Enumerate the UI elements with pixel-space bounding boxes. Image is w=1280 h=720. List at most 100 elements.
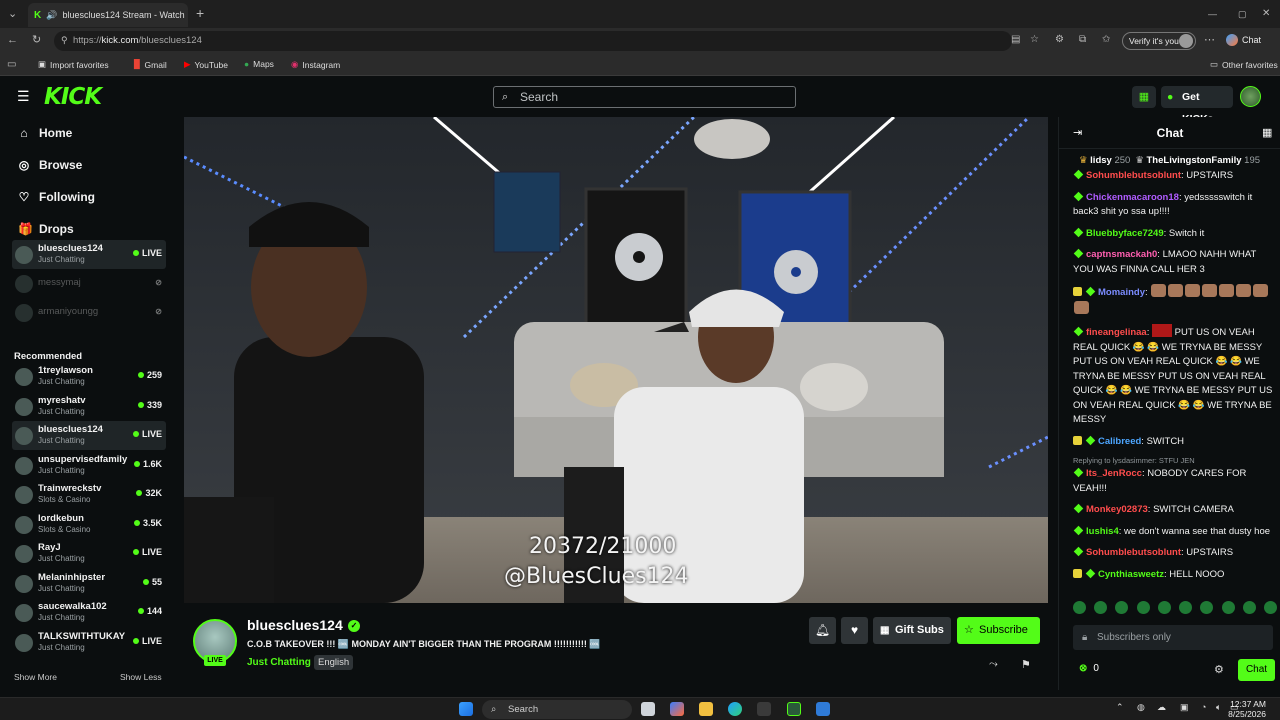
chat-username[interactable]: Momaindy <box>1098 287 1145 298</box>
leader-item[interactable]: ♛ lidsy 250 <box>1079 155 1130 166</box>
chat-username[interactable]: Cynthiasweetz <box>1098 569 1164 580</box>
bookmark-instagram[interactable]: ◉ Instagram <box>291 59 340 70</box>
emote-bar[interactable] <box>1073 601 1277 617</box>
chat-username[interactable]: lushis4 <box>1086 526 1119 537</box>
emote-icon[interactable] <box>1200 601 1214 614</box>
tray-app-icon[interactable]: ◍ <box>1137 702 1145 713</box>
close-window-icon[interactable]: ✕ <box>1262 7 1270 21</box>
kicks-balance[interactable]: ⊗ 0 <box>1079 663 1099 674</box>
gift-subs-button[interactable]: ▦ Gift Subs <box>873 617 951 644</box>
emote-icon[interactable] <box>1115 601 1129 614</box>
channel-name[interactable]: bluesclues124 <box>247 617 343 633</box>
emote-icon[interactable] <box>1073 601 1086 614</box>
chat-message[interactable]: Bluebbyface7249: Switch it <box>1073 227 1277 242</box>
recommended-channel[interactable]: 1treylawson Just Chatting 259 <box>12 362 166 391</box>
follow-heart-icon[interactable]: ♥ <box>841 617 868 644</box>
recommended-channel[interactable]: lordkebun Slots & Casino 3.5K <box>12 510 166 539</box>
chat-username[interactable]: Sohumblebutsoblunt <box>1086 170 1181 181</box>
show-less-button[interactable]: Show Less <box>120 672 162 682</box>
sidebar-toggle-icon[interactable]: ▭ <box>7 58 16 72</box>
chat-message[interactable]: Sohumblebutsoblunt: UPSTAIRS <box>1073 546 1277 561</box>
emote-icon[interactable] <box>1157 601 1171 614</box>
maximize-icon[interactable]: ▢ <box>1238 7 1247 21</box>
recommended-channel[interactable]: saucewalka102 Just Chatting 144 <box>12 598 166 627</box>
tab-actions-icon[interactable]: ⌄ <box>8 7 17 21</box>
chat-gift-icon[interactable]: ▦ <box>1262 126 1272 139</box>
emote-icon[interactable] <box>1263 601 1277 614</box>
get-kicks-button[interactable]: ● Get KICKs <box>1161 86 1233 125</box>
copilot-button[interactable]: Chat <box>1226 34 1261 46</box>
favorite-star-icon[interactable]: ☆ <box>1030 33 1039 47</box>
stream-category[interactable]: Just Chatting <box>247 657 311 668</box>
user-avatar[interactable] <box>1240 86 1261 107</box>
recommended-channel[interactable]: TALKSWITHTUKAY Just Chatting LIVE <box>12 628 166 657</box>
chat-message[interactable]: Replying to lysdasimmer: STFU JEN Its_Jen… <box>1073 456 1277 496</box>
chat-message[interactable]: Sohumblebutsoblunt: UPSTAIRS <box>1073 169 1277 184</box>
taskbar-search[interactable]: ⌕ Search <box>482 700 632 719</box>
kick-logo[interactable]: KICK <box>44 84 102 110</box>
menu-icon[interactable]: ☰ <box>17 88 30 105</box>
chat-username[interactable]: Sohumblebutsoblunt <box>1086 547 1181 558</box>
report-flag-icon[interactable]: ⚑ <box>1021 658 1031 671</box>
clock[interactable]: 12:37 AM 8/25/2026 <box>1228 699 1266 719</box>
site-info-icon[interactable]: ⚲ <box>61 33 68 47</box>
nav-home[interactable]: ⌂ Home <box>18 126 72 140</box>
emote-icon[interactable] <box>1094 601 1108 614</box>
tray-cloud-icon[interactable]: ☁ <box>1157 702 1166 713</box>
chat-username[interactable]: Calibreed <box>1098 436 1141 447</box>
emote-icon[interactable] <box>1242 601 1256 614</box>
favorites-icon[interactable]: ✩ <box>1102 33 1110 47</box>
chat-username[interactable]: captnsmackah0 <box>1086 249 1157 260</box>
nav-drops[interactable]: 🎁 Drops <box>18 222 74 236</box>
language-tag[interactable]: English <box>314 655 354 670</box>
recommended-channel[interactable]: bluesclues124 Just Chatting LIVE <box>12 421 166 450</box>
url-field[interactable]: https://kick.com/bluesclues124 <box>54 31 1012 51</box>
app-icon[interactable] <box>816 702 830 716</box>
windows-start-icon[interactable] <box>459 702 473 716</box>
minimize-icon[interactable]: — <box>1208 7 1217 21</box>
kick-app-icon[interactable] <box>787 702 801 716</box>
verify-button[interactable]: Verify it's you <box>1122 32 1196 50</box>
bookmark-gmail[interactable]: ▉ Gmail <box>134 59 167 70</box>
browser-tab[interactable]: K 🔊 bluesclues124 Stream - Watch ✕ <box>28 3 188 27</box>
show-more-button[interactable]: Show More <box>14 672 57 682</box>
search-input[interactable]: ⌕ Search <box>493 86 796 108</box>
nav-browse[interactable]: ◎ Browse <box>18 158 83 172</box>
chat-username[interactable]: Bluebbyface7249 <box>1086 228 1164 239</box>
following-channel[interactable]: armaniyoungg ⊘ <box>12 298 166 327</box>
emote-icon[interactable] <box>1221 601 1235 614</box>
recommended-channel[interactable]: Melaninhipster Just Chatting 55 <box>12 569 166 598</box>
chat-settings-gear-icon[interactable]: ⚙ <box>1214 663 1224 676</box>
chat-message[interactable]: captnsmackah0: LMAOO NAHH WHAT YOU WAS F… <box>1073 248 1277 277</box>
back-icon[interactable]: ← <box>7 33 18 47</box>
bookmark-import[interactable]: ▣ Import favorites <box>38 59 109 70</box>
notification-bell-icon[interactable]: 🔔︎ <box>809 617 836 644</box>
refresh-icon[interactable]: ↻ <box>32 33 41 47</box>
task-view-icon[interactable] <box>641 702 655 716</box>
chat-message[interactable]: Calibreed: SWITCH <box>1073 435 1277 450</box>
chat-message[interactable]: fineangelinaa: PUT US ON VEAH REAL QUICK… <box>1073 324 1277 428</box>
split-icon[interactable]: ⧉ <box>1079 33 1086 47</box>
extensions-icon[interactable]: ⚙ <box>1055 33 1064 47</box>
chat-message[interactable]: Cynthiasweetz: HELL NOOO <box>1073 568 1277 583</box>
wifi-icon[interactable]: ◔ <box>1201 702 1206 712</box>
recommended-channel[interactable]: Trainwreckstv Slots & Casino 32K <box>12 480 166 509</box>
recommended-channel[interactable]: RayJ Just Chatting LIVE <box>12 539 166 568</box>
file-explorer-icon[interactable] <box>699 702 713 716</box>
new-tab-icon[interactable]: + <box>196 6 204 20</box>
recommended-channel[interactable]: unsupervisedfamily Just Chatting 1.6K <box>12 451 166 480</box>
recommended-channel[interactable]: myreshatv Just Chatting 339 <box>12 392 166 421</box>
copilot-taskbar-icon[interactable] <box>670 702 684 716</box>
chat-input[interactable]: 🔒︎ Subscribers only <box>1073 625 1273 650</box>
leader-item[interactable]: ♛ TheLivingstonFamily 195 <box>1135 155 1260 166</box>
chat-username[interactable]: Monkey02873 <box>1086 504 1148 515</box>
bookmark-maps[interactable]: ● Maps <box>244 59 274 69</box>
following-channel[interactable]: bluesclues124 Just Chatting LIVE <box>12 240 166 269</box>
share-icon[interactable]: ⤳ <box>989 658 998 671</box>
reader-icon[interactable]: ▤ <box>1011 33 1020 47</box>
wallet-icon[interactable]: ▦ <box>1132 86 1156 108</box>
emote-icon[interactable] <box>1136 601 1150 614</box>
following-channel[interactable]: messymaj ⊘ <box>12 269 166 298</box>
bookmark-youtube[interactable]: ▶ YouTube <box>184 59 228 70</box>
nav-following[interactable]: ♡ Following <box>18 190 95 204</box>
